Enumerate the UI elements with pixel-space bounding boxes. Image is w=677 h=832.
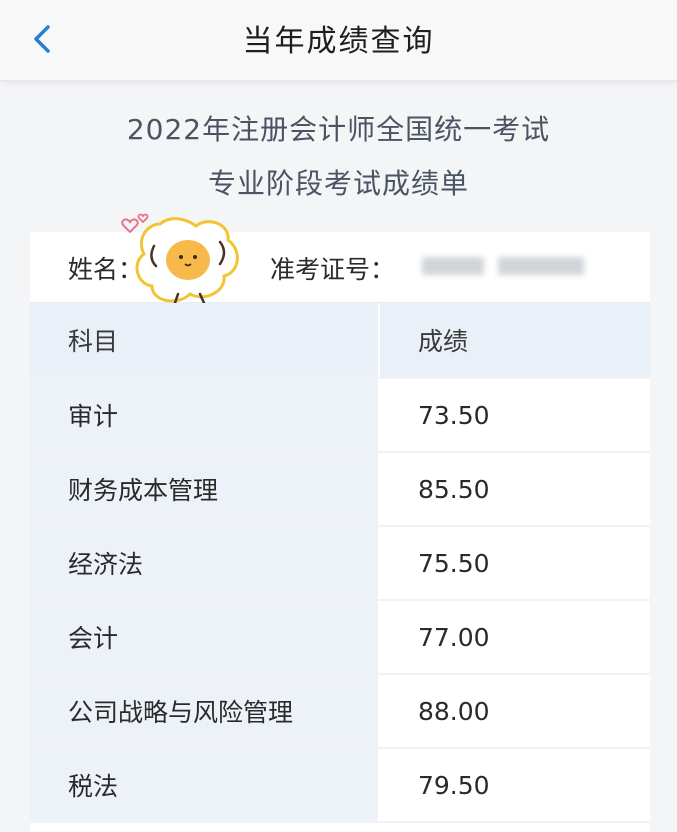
subject-column-header: 科目 [30,303,380,379]
table-row: 经济法 75.50 [30,526,650,601]
subject-cell: 经济法 [30,526,380,601]
score-cell: 73.50 [379,378,650,453]
score-cell: 85.50 [379,452,650,527]
ticket-number-redacted [422,257,484,275]
table-header-row: 科目 成绩 [30,303,650,379]
table-row: 公司战略与风险管理 88.00 [30,674,650,749]
exam-subtitle: 专业阶段考试成绩单 [207,167,469,200]
subject-cell: 审计 [30,378,380,453]
table-row: 财务成本管理 85.50 [30,452,650,527]
subject-cell: 公司战略与风险管理 [30,674,380,749]
subject-cell: 财务成本管理 [30,452,380,527]
score-table: 科目 成绩 审计 73.50 财务成本管理 85.50 经济法 75.50 会计… [30,303,650,823]
table-row: 税法 79.50 [30,748,650,823]
score-cell: 77.00 [379,600,650,675]
table-row: 会计 77.00 [30,600,650,675]
score-cell: 79.50 [379,748,650,823]
score-card: 姓名： 准考证号： 科目 成绩 审计 73.50 财务成本管理 85.50 经济… [30,213,650,832]
table-row: 审计 73.50 [30,378,650,453]
exam-title: 2022年注册会计师全国统一考试 [126,113,551,146]
candidate-info-row: 姓名： 准考证号： [30,213,650,316]
subject-cell: 会计 [30,600,380,675]
score-cell: 75.50 [379,526,650,601]
page-title: 当年成绩查询 [242,24,435,59]
subject-cell: 税法 [30,748,380,823]
ticket-number-label: 准考证号： [270,255,396,284]
score-cell: 88.00 [379,674,650,749]
nav-bar: 当年成绩查询 [0,0,677,81]
ticket-number-redacted [498,257,584,275]
score-column-header: 成绩 [379,303,650,379]
